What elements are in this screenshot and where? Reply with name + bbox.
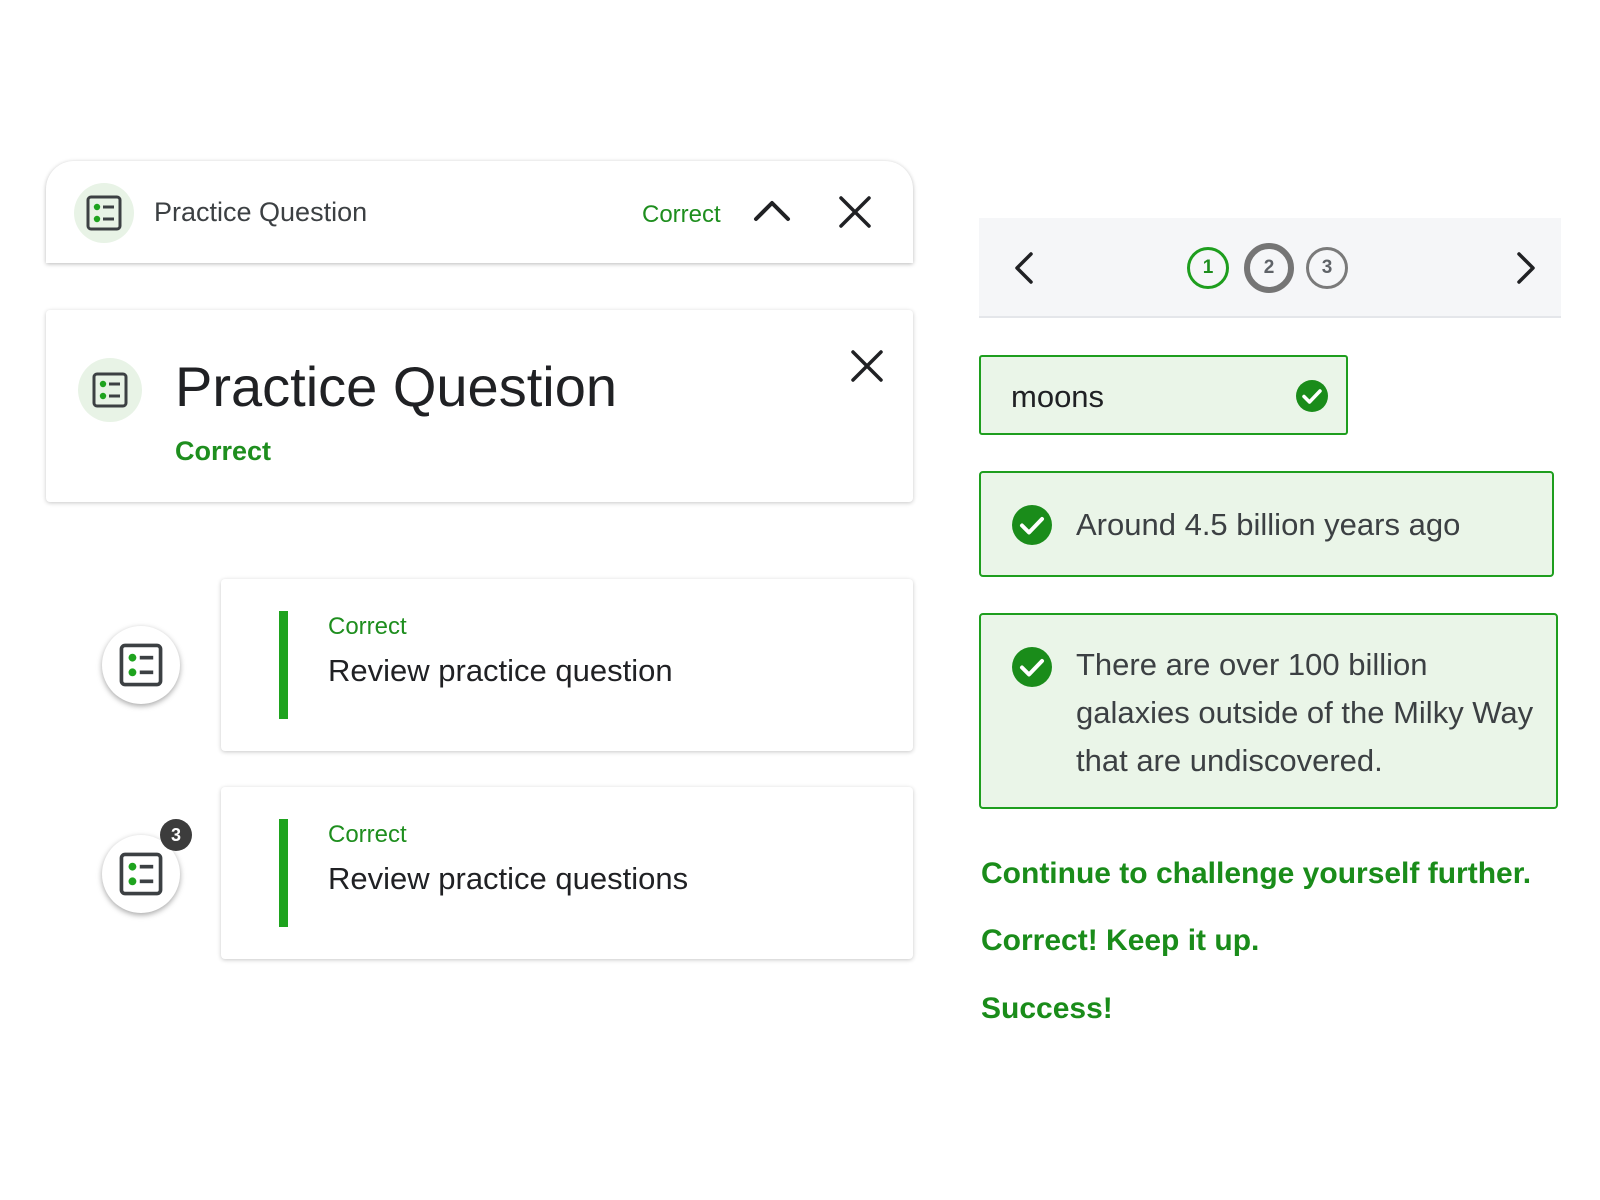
answer-field[interactable]: moons [979,355,1348,435]
chevron-left-icon[interactable] [1005,248,1045,288]
count-badge: 3 [160,819,192,851]
bar-title: Practice Question [154,197,368,227]
practice-question-fab[interactable] [102,626,180,704]
review-label: Review practice questions [328,861,689,896]
practice-question-icon [78,358,142,422]
answer-value: moons [1011,379,1105,414]
status-indicator-bar [279,611,288,719]
feedback-message: Correct! Keep it up. [981,924,1260,957]
check-circle-icon [1011,646,1053,688]
practice-question-icon [119,643,163,687]
status-indicator-bar [279,819,288,927]
review-item[interactable]: Correct Review practice question [221,579,913,751]
review-status: Correct [328,613,407,640]
review-item[interactable]: Correct Review practice questions [221,787,913,959]
question-stepper: 1 2 3 [979,218,1561,318]
close-icon[interactable] [836,193,874,231]
bar-status: Correct [642,201,721,228]
card-title: Practice Question [175,355,617,418]
review-label: Review practice question [328,653,673,688]
step-1[interactable]: 1 [1187,247,1229,289]
check-circle-icon [1295,379,1329,413]
practice-question-fab[interactable]: 3 [102,819,192,913]
step-2-active[interactable]: 2 [1244,243,1294,293]
close-icon[interactable] [847,346,887,386]
review-status: Correct [328,821,407,848]
practice-question-card: Practice Question Correct [46,310,913,502]
option-text: There are over 100 billion galaxies outs… [1076,647,1534,778]
practice-question-icon [119,852,163,896]
practice-question-icon [74,183,134,243]
answer-option-correct[interactable]: Around 4.5 billion years ago [979,471,1554,577]
card-status: Correct [175,436,272,466]
answer-option-correct[interactable]: There are over 100 billion galaxies outs… [979,613,1558,809]
feedback-message: Continue to challenge yourself further. [981,857,1532,890]
step-3[interactable]: 3 [1306,247,1348,289]
chevron-up-icon[interactable] [752,191,792,231]
check-circle-icon [1011,504,1053,546]
chevron-right-icon[interactable] [1505,248,1545,288]
option-text: Around 4.5 billion years ago [1076,507,1461,542]
feedback-message: Success! [981,992,1113,1025]
practice-question-bar[interactable]: Practice Question Correct [46,161,913,263]
